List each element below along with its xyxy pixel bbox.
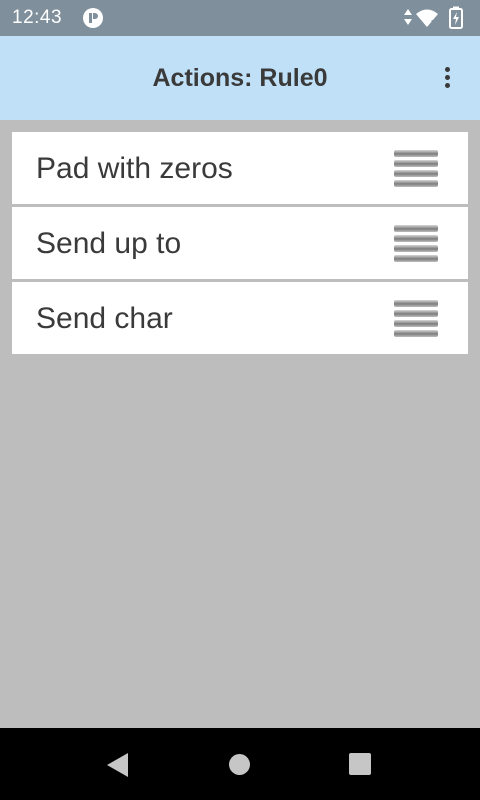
actions-list: Pad with zeros Send up to Send char	[12, 132, 468, 357]
wifi-icon: 5	[416, 9, 438, 28]
data-arrows-icon	[404, 9, 412, 25]
svg-text:5: 5	[431, 19, 436, 28]
overflow-menu-icon[interactable]	[436, 60, 458, 96]
battery-charging-icon	[449, 6, 463, 29]
list-item-send-char[interactable]: Send char	[12, 282, 468, 354]
page-title: Actions: Rule0	[152, 64, 328, 92]
drag-handle-icon[interactable]	[394, 148, 438, 188]
list-item-send-up-to[interactable]: Send up to	[12, 207, 468, 279]
status-time: 12:43	[12, 7, 63, 28]
recents-icon[interactable]	[349, 753, 371, 775]
status-icons: 5	[404, 6, 470, 30]
back-icon[interactable]	[106, 752, 130, 778]
drag-handle-icon[interactable]	[394, 223, 438, 263]
action-label: Send up to	[36, 227, 182, 260]
action-label: Pad with zeros	[36, 152, 233, 185]
app-notification-icon	[83, 8, 103, 28]
action-label: Send char	[36, 302, 173, 335]
status-bar: 12:43 5	[0, 0, 480, 36]
drag-handle-icon[interactable]	[394, 298, 438, 338]
app-bar: Actions: Rule0	[0, 36, 480, 120]
list-item-pad-with-zeros[interactable]: Pad with zeros	[12, 132, 468, 204]
home-icon[interactable]	[229, 754, 250, 775]
